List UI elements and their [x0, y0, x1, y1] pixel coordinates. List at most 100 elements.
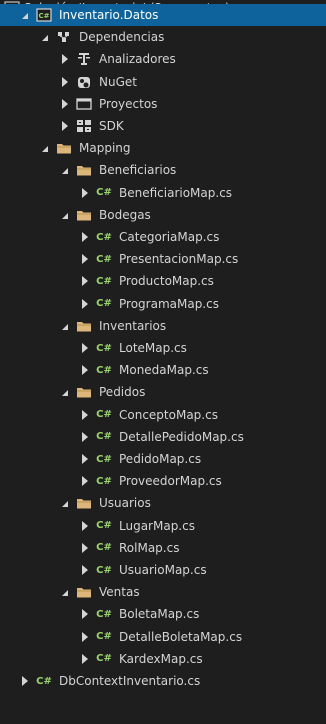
folder-row-inventarios-label: Inventarios — [99, 318, 167, 333]
csharp-glyph: C# — [96, 475, 112, 487]
mapping-folder-row[interactable]: Mapping — [0, 137, 326, 159]
folder-row-inventarios[interactable]: Inventarios — [0, 315, 326, 337]
csharp-file-icon: C# — [96, 630, 112, 644]
file-row-label: CategoriaMap.cs — [119, 230, 220, 244]
collapsed-arrow-icon[interactable] — [80, 343, 90, 353]
csharp-glyph: C# — [96, 520, 112, 532]
file-row[interactable]: C# MonedaMap.cs — [0, 359, 326, 381]
collapsed-arrow-icon[interactable] — [80, 431, 90, 442]
dependency-item-proyectos[interactable]: Proyectos — [0, 93, 326, 115]
folder-row-bodegas[interactable]: Bodegas — [0, 204, 326, 226]
collapsed-arrow-icon[interactable] — [80, 565, 90, 575]
file-row[interactable]: C# DetallePedidoMap.cs — [0, 426, 326, 448]
file-row[interactable]: C# LoteMap.cs — [0, 337, 326, 359]
expanded-arrow-icon[interactable] — [60, 321, 70, 331]
file-row[interactable]: C# ConceptoMap.cs — [0, 404, 326, 426]
analyzers-icon — [76, 52, 92, 66]
dependency-item-analizadores[interactable]: Analizadores — [0, 48, 326, 70]
collapsed-arrow-icon[interactable] — [80, 409, 90, 420]
dependency-item-nuget[interactable]: NuGet — [0, 71, 326, 93]
folder-row-beneficiarios-label: Beneficiarios — [99, 163, 177, 178]
file-row-label: DetallePedidoMap.cs — [119, 429, 244, 444]
collapsed-arrow-icon[interactable] — [80, 476, 90, 487]
file-row[interactable]: C# ProgramaMap.cs — [0, 293, 326, 315]
file-row[interactable]: C# ProductoMap.cs — [0, 270, 326, 292]
csharp-project-icon: C# — [36, 8, 52, 22]
file-row[interactable]: C# DetalleBoletaMap.cs — [0, 626, 326, 648]
file-row-label: RolMap.cs — [119, 540, 180, 555]
csharp-glyph: C# — [96, 542, 112, 554]
file-row[interactable]: C# UsuarioMap.cs — [0, 559, 326, 581]
file-row-label: ConceptoMap.cs — [119, 407, 218, 422]
file-row-label: PedidoMap.cs — [119, 452, 202, 466]
collapsed-arrow-icon[interactable] — [80, 187, 90, 198]
collapsed-arrow-icon[interactable] — [80, 276, 90, 287]
collapsed-arrow-icon[interactable] — [20, 676, 30, 686]
expanded-arrow-icon[interactable] — [60, 387, 70, 397]
mapping-folder-row-label: Mapping — [79, 141, 131, 156]
collapsed-arrow-icon[interactable] — [80, 254, 90, 265]
csharp-file-icon: C# — [96, 230, 112, 244]
collapsed-arrow-icon[interactable] — [60, 121, 70, 131]
expanded-arrow-icon[interactable] — [40, 32, 50, 42]
folder-icon — [76, 496, 92, 510]
collapsed-arrow-icon[interactable] — [80, 631, 90, 642]
sdk-icon — [76, 119, 92, 133]
collapsed-arrow-icon[interactable] — [80, 232, 90, 242]
csharp-glyph: C# — [96, 564, 112, 576]
dependency-item-sdk[interactable]: SDK — [0, 115, 326, 137]
file-row[interactable]: C# RolMap.cs — [0, 537, 326, 559]
folder-row-beneficiarios[interactable]: Beneficiarios — [0, 159, 326, 181]
file-row-label: KardexMap.cs — [119, 651, 203, 666]
file-row[interactable]: C# PedidoMap.cs — [0, 448, 326, 470]
expanded-arrow-icon[interactable] — [20, 10, 30, 20]
collapsed-arrow-icon[interactable] — [80, 653, 90, 664]
project-row-inventario-datos-label: Inventario.Datos — [59, 8, 159, 22]
file-row-label: BeneficiarioMap.cs — [119, 185, 233, 200]
csharp-glyph: C# — [96, 409, 112, 421]
file-row-label: UsuarioMap.cs — [119, 563, 207, 577]
folder-icon — [76, 163, 92, 177]
dependencies-row[interactable]: Dependencias — [0, 26, 326, 48]
expanded-arrow-icon[interactable] — [60, 498, 70, 508]
csharp-file-icon: C# — [96, 652, 112, 666]
file-row[interactable]: C# BeneficiarioMap.cs — [0, 182, 326, 204]
csharp-glyph: C# — [96, 253, 112, 265]
expanded-arrow-icon[interactable] — [60, 587, 70, 597]
collapsed-arrow-icon[interactable] — [80, 542, 90, 553]
folder-row-pedidos[interactable]: Pedidos — [0, 381, 326, 403]
file-row-label: MonedaMap.cs — [119, 363, 209, 378]
folder-row-usuarios[interactable]: Usuarios — [0, 492, 326, 514]
expanded-arrow-icon[interactable] — [60, 165, 70, 175]
collapsed-arrow-icon[interactable] — [60, 76, 70, 87]
collapsed-arrow-icon[interactable] — [60, 98, 70, 109]
file-row[interactable]: C# KardexMap.cs — [0, 648, 326, 670]
file-row[interactable]: C# LugarMap.cs — [0, 515, 326, 537]
file-row[interactable]: C# CategoriaMap.cs — [0, 226, 326, 248]
dependencies-row-label: Dependencias — [79, 30, 165, 45]
csharp-file-icon: C# — [36, 674, 52, 688]
csharp-glyph: C# — [96, 342, 112, 354]
file-row[interactable]: C# PresentacionMap.cs — [0, 248, 326, 270]
collapsed-arrow-icon[interactable] — [80, 365, 90, 376]
folder-row-pedidos-label: Pedidos — [99, 385, 146, 400]
collapsed-arrow-icon[interactable] — [60, 54, 70, 65]
dependency-item-analizadores-label: Analizadores — [99, 52, 176, 67]
file-row-dbcontext[interactable]: C# DbContextInventario.cs — [0, 670, 326, 692]
collapsed-arrow-icon[interactable] — [80, 454, 90, 464]
collapsed-arrow-icon[interactable] — [80, 520, 90, 531]
collapsed-arrow-icon[interactable] — [80, 609, 90, 620]
collapsed-arrow-icon[interactable] — [80, 298, 90, 309]
file-row-dbcontext-label: DbContextInventario.cs — [59, 674, 201, 688]
file-row-label: LugarMap.cs — [119, 518, 195, 533]
file-row[interactable]: C# BoletaMap.cs — [0, 603, 326, 625]
project-row-inventario-datos[interactable]: C# Inventario.Datos — [0, 4, 326, 26]
file-row[interactable]: C# ProveedorMap.cs — [0, 470, 326, 492]
folder-icon — [76, 585, 92, 599]
expanded-arrow-icon[interactable] — [60, 210, 70, 220]
expanded-arrow-icon[interactable] — [40, 143, 50, 153]
csharp-glyph: C# — [96, 364, 112, 376]
csharp-file-icon: C# — [96, 341, 112, 355]
folder-row-ventas[interactable]: Ventas — [0, 581, 326, 603]
csharp-glyph: C# — [96, 453, 112, 465]
